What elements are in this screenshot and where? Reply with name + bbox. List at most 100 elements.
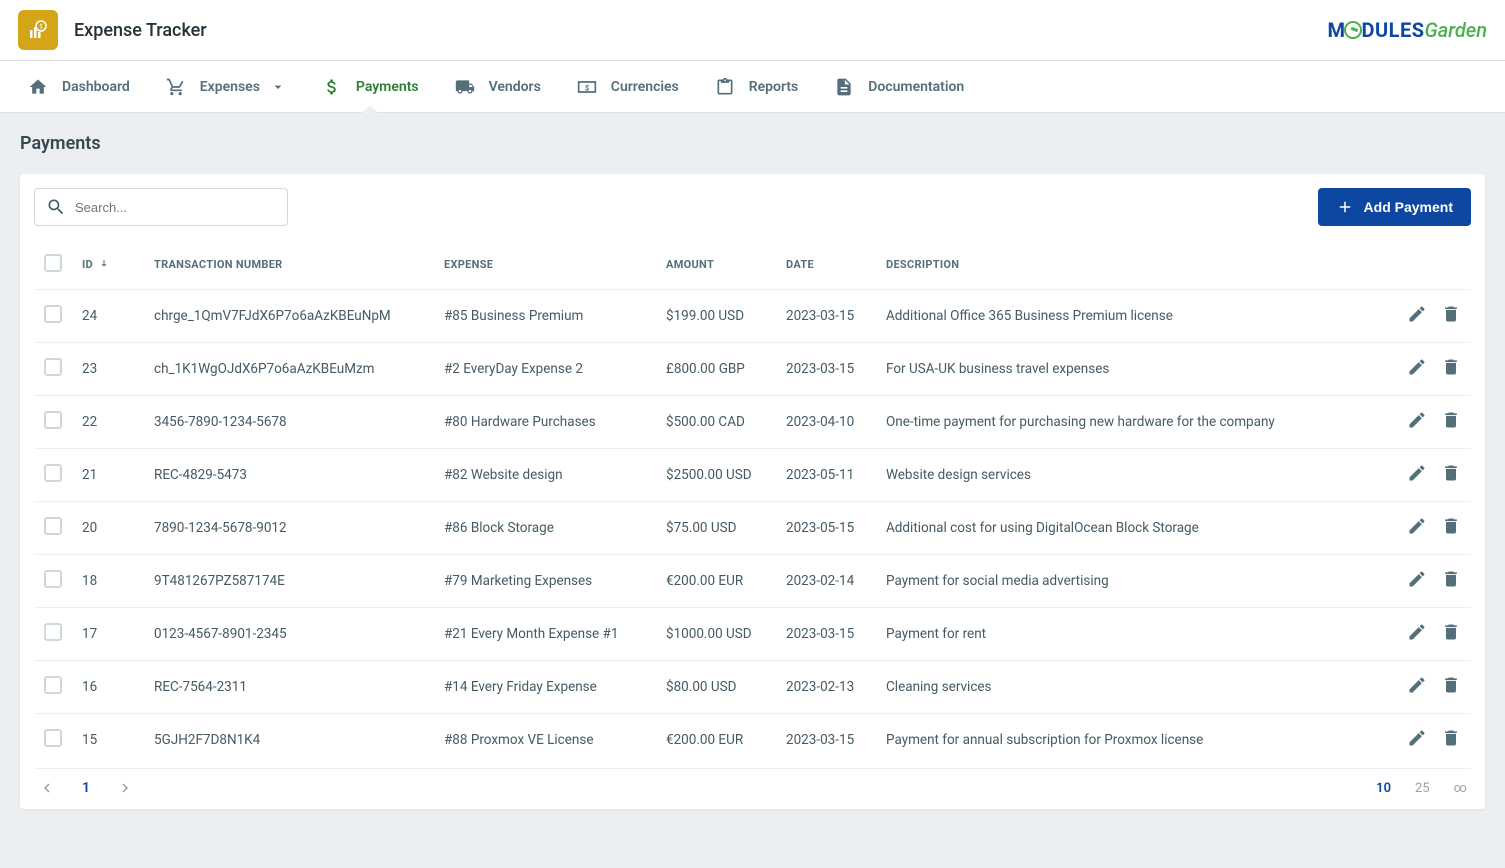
nav-dashboard[interactable]: Dashboard (10, 61, 148, 112)
page-size-all[interactable]: ∞ (1454, 781, 1467, 796)
pager-prev-icon[interactable] (38, 779, 56, 797)
cell-amount: $75.00 USD (656, 502, 776, 555)
edit-icon[interactable] (1407, 357, 1427, 381)
edit-icon[interactable] (1407, 410, 1427, 434)
row-checkbox[interactable] (44, 570, 62, 588)
cell-txn: ch_1K1WgOJdX6P7o6aAzKBEuMzm (144, 343, 434, 396)
cell-amount: $199.00 USD (656, 290, 776, 343)
delete-icon[interactable] (1441, 410, 1461, 434)
col-header-expense[interactable]: EXPENSE (434, 240, 656, 290)
cell-expense: #86 Block Storage (434, 502, 656, 555)
cell-date: 2023-03-15 (776, 714, 876, 767)
edit-icon[interactable] (1407, 463, 1427, 487)
table-row: 16REC-7564-2311#14 Every Friday Expense$… (34, 661, 1471, 714)
cell-id: 24 (72, 290, 144, 343)
cell-amount: $80.00 USD (656, 661, 776, 714)
table-row: 24chrge_1QmV7FJdX6P7o6aAzKBEuNpM#85 Busi… (34, 290, 1471, 343)
cell-txn: REC-4829-5473 (144, 449, 434, 502)
row-checkbox[interactable] (44, 411, 62, 429)
edit-icon[interactable] (1407, 675, 1427, 699)
delete-icon[interactable] (1441, 728, 1461, 752)
home-icon (28, 77, 48, 97)
col-header-date[interactable]: DATE (776, 240, 876, 290)
row-checkbox[interactable] (44, 464, 62, 482)
search-icon (46, 197, 66, 217)
cell-date: 2023-04-10 (776, 396, 876, 449)
nav-label: Documentation (868, 79, 964, 95)
money-icon: $ (577, 77, 597, 97)
cell-amount: $500.00 CAD (656, 396, 776, 449)
delete-icon[interactable] (1441, 569, 1461, 593)
table-row: 189T481267PZ587174E#79 Marketing Expense… (34, 555, 1471, 608)
nav-currencies[interactable]: $ Currencies (559, 61, 697, 112)
pager-current[interactable]: 1 (82, 780, 90, 796)
cell-id: 17 (72, 608, 144, 661)
app-icon: $ (18, 10, 58, 50)
col-header-description[interactable]: DESCRIPTION (876, 240, 1381, 290)
cell-expense: #80 Hardware Purchases (434, 396, 656, 449)
cell-expense: #79 Marketing Expenses (434, 555, 656, 608)
page-size-25[interactable]: 25 (1415, 781, 1430, 796)
row-checkbox[interactable] (44, 729, 62, 747)
cell-date: 2023-02-13 (776, 661, 876, 714)
cell-txn: chrge_1QmV7FJdX6P7o6aAzKBEuNpM (144, 290, 434, 343)
nav-payments[interactable]: Payments (304, 61, 437, 112)
cell-date: 2023-05-15 (776, 502, 876, 555)
cell-txn: 5GJH2F7D8N1K4 (144, 714, 434, 767)
row-checkbox[interactable] (44, 676, 62, 694)
main-nav: Dashboard Expenses Payments Vendors $ Cu… (0, 61, 1505, 113)
delete-icon[interactable] (1441, 463, 1461, 487)
delete-icon[interactable] (1441, 357, 1461, 381)
table-row: 170123-4567-8901-2345#21 Every Month Exp… (34, 608, 1471, 661)
col-header-txn[interactable]: TRANSACTION NUMBER (144, 240, 434, 290)
search-input[interactable] (34, 188, 288, 226)
row-checkbox[interactable] (44, 358, 62, 376)
nav-label: Expenses (200, 79, 260, 95)
delete-icon[interactable] (1441, 304, 1461, 328)
cell-id: 23 (72, 343, 144, 396)
top-bar: $ Expense Tracker MDULESGarden (0, 0, 1505, 61)
edit-icon[interactable] (1407, 728, 1427, 752)
cell-amount: $1000.00 USD (656, 608, 776, 661)
nav-vendors[interactable]: Vendors (437, 61, 559, 112)
delete-icon[interactable] (1441, 516, 1461, 540)
cell-amount: €200.00 EUR (656, 714, 776, 767)
payments-card: Add Payment ID TRANSACTION NUMBER EXPENS… (20, 174, 1485, 809)
edit-icon[interactable] (1407, 569, 1427, 593)
cell-description: Additional cost for using DigitalOcean B… (876, 502, 1381, 555)
nav-reports[interactable]: Reports (697, 61, 817, 112)
row-checkbox[interactable] (44, 305, 62, 323)
edit-icon[interactable] (1407, 516, 1427, 540)
cell-id: 16 (72, 661, 144, 714)
cell-description: For USA-UK business travel expenses (876, 343, 1381, 396)
cell-description: Payment for social media advertising (876, 555, 1381, 608)
edit-icon[interactable] (1407, 304, 1427, 328)
row-checkbox[interactable] (44, 623, 62, 641)
delete-icon[interactable] (1441, 622, 1461, 646)
row-checkbox[interactable] (44, 517, 62, 535)
nav-label: Payments (356, 79, 419, 95)
nav-label: Vendors (489, 79, 541, 95)
cell-amount: €200.00 EUR (656, 555, 776, 608)
col-header-id[interactable]: ID (72, 240, 144, 290)
delete-icon[interactable] (1441, 675, 1461, 699)
col-header-amount[interactable]: AMOUNT (656, 240, 776, 290)
modulesgarden-logo: MDULESGarden (1327, 18, 1487, 42)
select-all-checkbox[interactable] (44, 254, 62, 272)
add-payment-button[interactable]: Add Payment (1318, 188, 1471, 226)
cell-id: 15 (72, 714, 144, 767)
nav-documentation[interactable]: Documentation (816, 61, 982, 112)
nav-expenses[interactable]: Expenses (148, 61, 304, 112)
cell-id: 21 (72, 449, 144, 502)
cell-id: 18 (72, 555, 144, 608)
cell-date: 2023-02-14 (776, 555, 876, 608)
cell-description: Payment for annual subscription for Prox… (876, 714, 1381, 767)
pager-next-icon[interactable] (116, 779, 134, 797)
payments-table: ID TRANSACTION NUMBER EXPENSE AMOUNT DAT… (34, 240, 1471, 766)
cell-amount: £800.00 GBP (656, 343, 776, 396)
cell-description: One-time payment for purchasing new hard… (876, 396, 1381, 449)
plus-icon (1336, 198, 1354, 216)
cell-txn: 0123-4567-8901-2345 (144, 608, 434, 661)
page-size-10[interactable]: 10 (1376, 781, 1391, 796)
edit-icon[interactable] (1407, 622, 1427, 646)
